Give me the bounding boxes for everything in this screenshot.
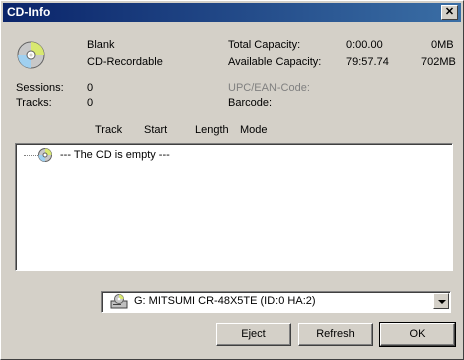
cd-info-window: CD-Info ✕ Blank CD-Recordable Total Capa… — [0, 0, 464, 360]
sessions-label: Sessions: — [16, 82, 64, 94]
tracks-label: Tracks: — [16, 97, 52, 109]
cd-drive-icon — [110, 294, 128, 309]
total-capacity-size: 0MB — [431, 39, 454, 51]
track-list[interactable]: --- The CD is empty --- — [15, 143, 453, 271]
close-button[interactable]: ✕ — [441, 5, 458, 20]
upc-ean-label: UPC/EAN-Code: — [228, 82, 310, 94]
available-capacity-label: Available Capacity: — [228, 56, 322, 68]
disc-type: CD-Recordable — [87, 56, 163, 68]
cd-icon — [17, 41, 45, 69]
eject-button[interactable]: Eject — [216, 323, 291, 346]
available-capacity-time: 79:57.74 — [346, 56, 389, 68]
cd-icon — [38, 148, 52, 162]
column-header-length[interactable]: Length — [195, 124, 229, 136]
title-bar[interactable]: CD-Info ✕ — [3, 3, 461, 22]
barcode-label: Barcode: — [228, 97, 273, 109]
drive-select[interactable]: G: MITSUMI CR-48X5TE (ID:0 HA:2) — [101, 291, 451, 313]
window-title: CD-Info — [7, 5, 51, 19]
column-header-mode[interactable]: Mode — [240, 124, 268, 136]
close-icon: ✕ — [444, 6, 455, 18]
tree-connector — [24, 155, 38, 156]
chevron-down-icon[interactable] — [433, 293, 449, 309]
list-item[interactable]: --- The CD is empty --- — [60, 149, 170, 161]
column-header-track[interactable]: Track — [95, 124, 122, 136]
disc-status: Blank — [87, 39, 115, 51]
refresh-button[interactable]: Refresh — [298, 323, 373, 346]
available-capacity-size: 702MB — [421, 56, 456, 68]
total-capacity-label: Total Capacity: — [228, 39, 301, 51]
drive-select-value: G: MITSUMI CR-48X5TE (ID:0 HA:2) — [134, 295, 316, 307]
sessions-value: 0 — [87, 82, 94, 94]
total-capacity-time: 0:00.00 — [346, 39, 383, 51]
column-header-start[interactable]: Start — [144, 124, 167, 136]
tracks-value: 0 — [87, 97, 94, 109]
ok-button[interactable]: OK — [379, 322, 456, 347]
